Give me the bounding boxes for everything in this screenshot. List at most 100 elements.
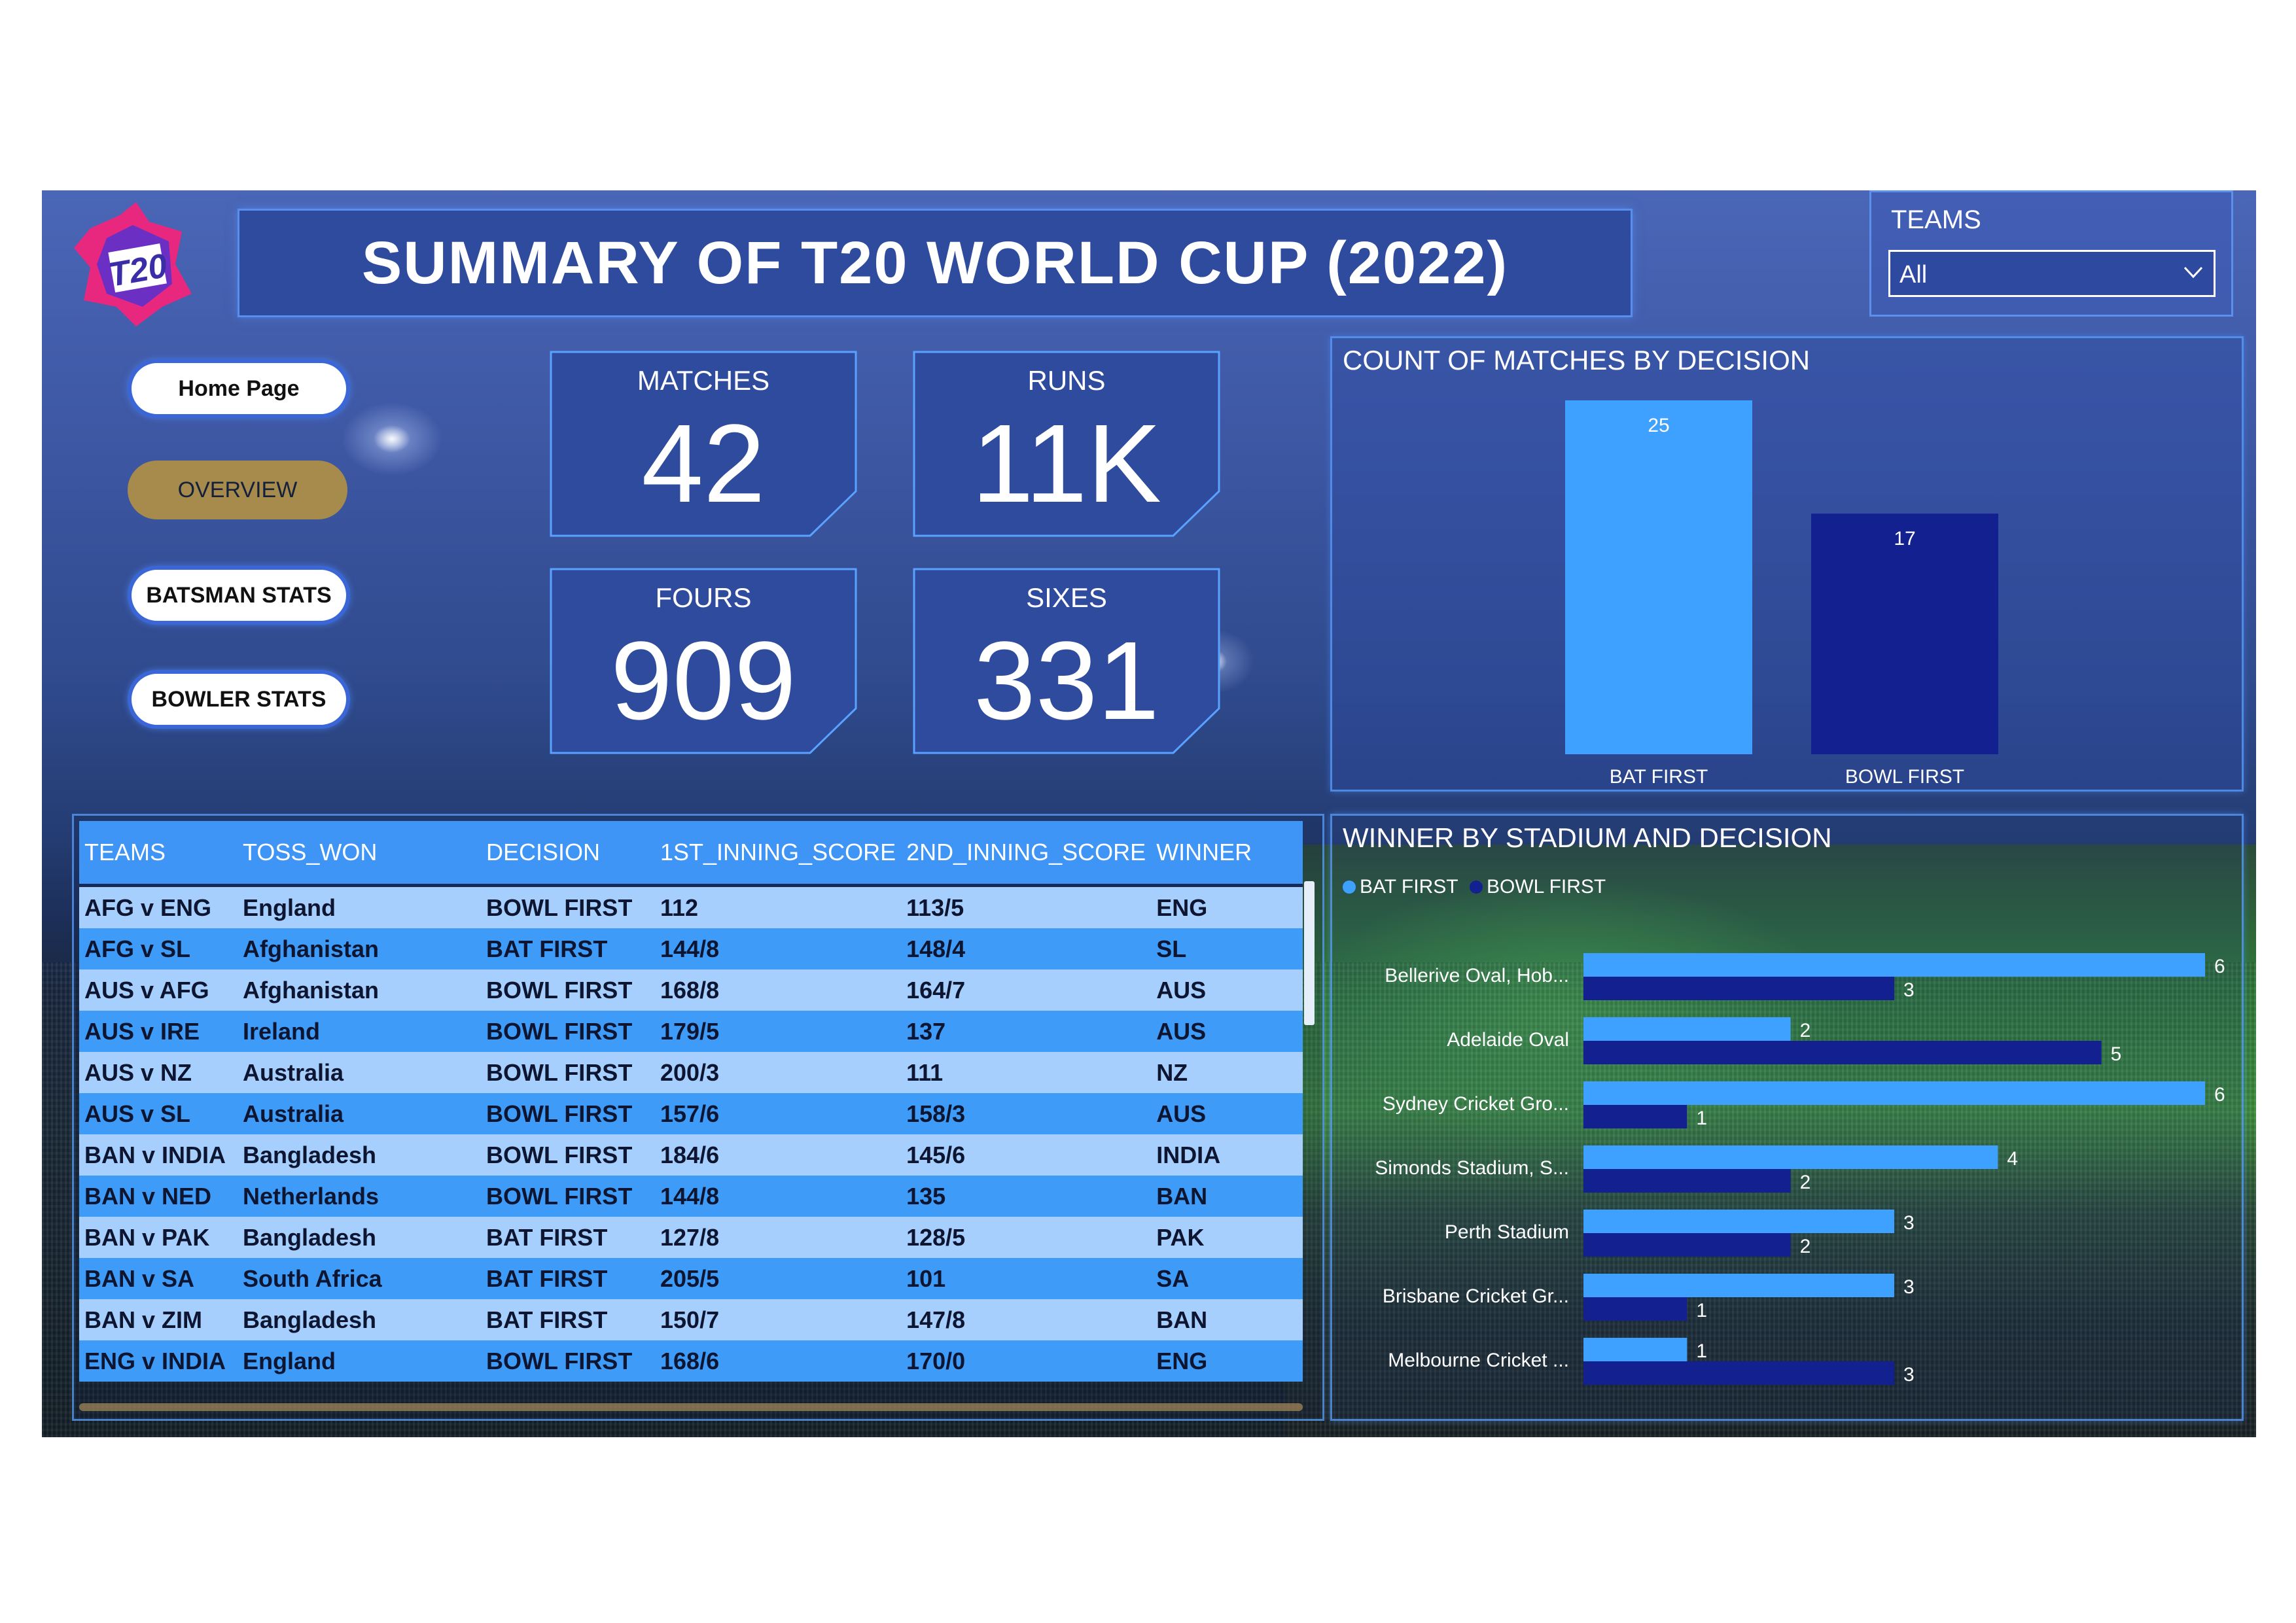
cell-teams: AUS v SL (79, 1093, 238, 1134)
bar-bat-first[interactable] (1583, 953, 2205, 977)
bowler-stats-button[interactable]: BOWLER STATS (128, 670, 350, 729)
cell-2nd-inning-score: 137 (901, 1011, 1152, 1052)
cell-teams: AUS v AFG (79, 969, 238, 1011)
cell-winner: AUS (1151, 969, 1303, 1011)
slicer-label: TEAMS (1891, 205, 1981, 234)
cell-teams: BAN v NED (79, 1176, 238, 1217)
bar-bowl-first[interactable] (1811, 514, 1998, 754)
bar-bowl-first[interactable] (1583, 1041, 2102, 1064)
bar-data-label: 6 (2214, 956, 2225, 977)
cell-decision: BAT FIRST (481, 1299, 655, 1340)
cell-2nd-inning-score: 111 (901, 1052, 1152, 1093)
batsman-stats-button[interactable]: BATSMAN STATS (128, 566, 350, 625)
t20-logo: T20 (71, 202, 202, 326)
kpi-value: 11K (972, 402, 1161, 526)
kpi-label: SIXES (1026, 582, 1107, 613)
kpi-label: MATCHES (637, 365, 770, 396)
bar-bowl-first[interactable] (1583, 1169, 1791, 1193)
table-row[interactable]: ENG v INDIA England BOWL FIRST 168/6 170/0 EN… (79, 1340, 1303, 1382)
kpi-label: RUNS (1027, 365, 1106, 396)
bar-bowl-first[interactable] (1583, 1361, 1894, 1385)
kpi-value: 42 (641, 402, 766, 526)
match-table: TEAMS TOSS_WON DECISION 1ST_INNING_SCORE… (79, 821, 1303, 1382)
dropdown-value: All (1899, 261, 1928, 288)
bar-bat-first[interactable] (1565, 400, 1752, 754)
cell-decision: BOWL FIRST (481, 1093, 655, 1134)
bar-bat-first[interactable] (1583, 1338, 1687, 1361)
table-row[interactable]: BAN v PAK Bangladesh BAT FIRST 127/8 128/5 PA… (79, 1217, 1303, 1258)
match-table-panel[interactable]: TEAMS TOSS_WON DECISION 1ST_INNING_SCORE… (72, 814, 1324, 1421)
cell-1st-inning-score: 144/8 (655, 928, 902, 969)
table-row[interactable]: AFG v ENG England BOWL FIRST 112 113/5 ENG (79, 885, 1303, 928)
cell-2nd-inning-score: 170/0 (901, 1340, 1152, 1382)
table-row[interactable]: BAN v ZIM Bangladesh BAT FIRST 150/7 147/8 BA… (79, 1299, 1303, 1340)
cell-decision: BOWL FIRST (481, 1011, 655, 1052)
cell-toss-won: Afghanistan (238, 969, 481, 1011)
bar-data-label: 3 (1903, 1212, 1915, 1234)
overview-button[interactable]: OVERVIEW (128, 461, 347, 519)
column-header-teams[interactable]: TEAMS (79, 821, 238, 887)
cell-winner: BAN (1151, 1176, 1303, 1217)
table-horizontal-scrollbar[interactable] (79, 1403, 1303, 1411)
cell-2nd-inning-score: 158/3 (901, 1093, 1152, 1134)
cell-teams: AFG v ENG (79, 885, 238, 928)
table-row[interactable]: AFG v SL Afghanistan BAT FIRST 144/8 148/4 SL (79, 928, 1303, 969)
cell-winner: SA (1151, 1258, 1303, 1299)
cell-winner: NZ (1151, 1052, 1303, 1093)
column-header-decision[interactable]: DECISION (481, 821, 655, 887)
table-row[interactable]: AUS v AFG Afghanistan BOWL FIRST 168/8 164/7… (79, 969, 1303, 1011)
bar-bowl-first[interactable] (1583, 1233, 1791, 1257)
cell-1st-inning-score: 157/6 (655, 1093, 902, 1134)
kpi-card-sixes: SIXES 331 (913, 568, 1220, 754)
home-page-button[interactable]: Home Page (128, 359, 350, 418)
table-row[interactable]: BAN v NED Netherlands BOWL FIRST 144/8 135 BA… (79, 1176, 1303, 1217)
bar-data-label: 3 (1903, 1276, 1915, 1298)
cell-decision: BOWL FIRST (481, 1340, 655, 1382)
table-row[interactable]: BAN v SA South Africa BAT FIRST 205/5 101 SA (79, 1258, 1303, 1299)
teams-dropdown[interactable]: All (1888, 250, 2216, 297)
cell-decision: BOWL FIRST (481, 885, 655, 928)
bar-bat-first[interactable] (1583, 1145, 1998, 1169)
y-category-label: Melbourne Cricket ... (1388, 1350, 1569, 1371)
table-row[interactable]: AUS v NZ Australia BOWL FIRST 200/3 111 NZ (79, 1052, 1303, 1093)
x-tick-label: BOWL FIRST (1845, 766, 1964, 788)
table-row[interactable]: BAN v INDIA Bangladesh BOWL FIRST 184/6 145/… (79, 1134, 1303, 1176)
cell-toss-won: England (238, 1340, 481, 1382)
bar-bat-first[interactable] (1583, 1017, 1791, 1041)
bar-data-label: 2 (1800, 1020, 1811, 1041)
cell-decision: BOWL FIRST (481, 1134, 655, 1176)
bar-data-label: 3 (1903, 1364, 1915, 1386)
cell-1st-inning-score: 112 (655, 885, 902, 928)
column-header-2nd-inning-score[interactable]: 2ND_INNING_SCORE (901, 821, 1152, 887)
table-body: AFG v ENG England BOWL FIRST 112 113/5 ENG AFG… (79, 885, 1303, 1382)
stadium-decision-chart[interactable]: WINNER BY STADIUM AND DECISION BAT FIRST… (1330, 814, 2244, 1421)
cell-winner: BAN (1151, 1299, 1303, 1340)
stadium-bar-chart-svg: Bellerive Oval, Hob... 6 3 Adelaide Oval 2 5 S… (1375, 953, 2225, 1386)
cell-toss-won: Australia (238, 1093, 481, 1134)
cell-winner: AUS (1151, 1093, 1303, 1134)
bar-bat-first[interactable] (1583, 1210, 1894, 1233)
bar-bat-first[interactable] (1583, 1081, 2205, 1105)
cell-teams: BAN v SA (79, 1258, 238, 1299)
dashboard-canvas: T20 SUMMARY OF T20 WORLD CUP (2022) TEAM… (42, 190, 2256, 1437)
overview-label: OVERVIEW (177, 477, 298, 502)
table-row[interactable]: AUS v IRE Ireland BOWL FIRST 179/5 137 AUS (79, 1011, 1303, 1052)
cell-2nd-inning-score: 113/5 (901, 885, 1152, 928)
kpi-value: 909 (610, 619, 796, 743)
bar-data-label: 2 (1800, 1236, 1811, 1257)
column-header-toss-won[interactable]: TOSS_WON (238, 821, 481, 887)
bar-bat-first[interactable] (1583, 1274, 1894, 1297)
column-header-1st-inning-score[interactable]: 1ST_INNING_SCORE (655, 821, 902, 887)
decision-count-chart[interactable]: COUNT OF MATCHES BY DECISION 25 BAT FIRST… (1330, 336, 2244, 792)
page-title: SUMMARY OF T20 WORLD CUP (2022) (361, 229, 1509, 296)
bar-bowl-first[interactable] (1583, 1297, 1687, 1321)
bar-bowl-first[interactable] (1583, 977, 1894, 1000)
table-scrollbar[interactable] (1304, 881, 1315, 1025)
table-row[interactable]: AUS v SL Australia BOWL FIRST 157/6 158/3 AUS (79, 1093, 1303, 1134)
column-header-winner[interactable]: WINNER (1151, 821, 1303, 887)
y-category-label: Brisbane Cricket Gr... (1383, 1285, 1569, 1307)
cell-1st-inning-score: 168/8 (655, 969, 902, 1011)
bowler-stats-label: BOWLER STATS (151, 686, 327, 712)
cell-1st-inning-score: 168/6 (655, 1340, 902, 1382)
bar-bowl-first[interactable] (1583, 1105, 1687, 1128)
